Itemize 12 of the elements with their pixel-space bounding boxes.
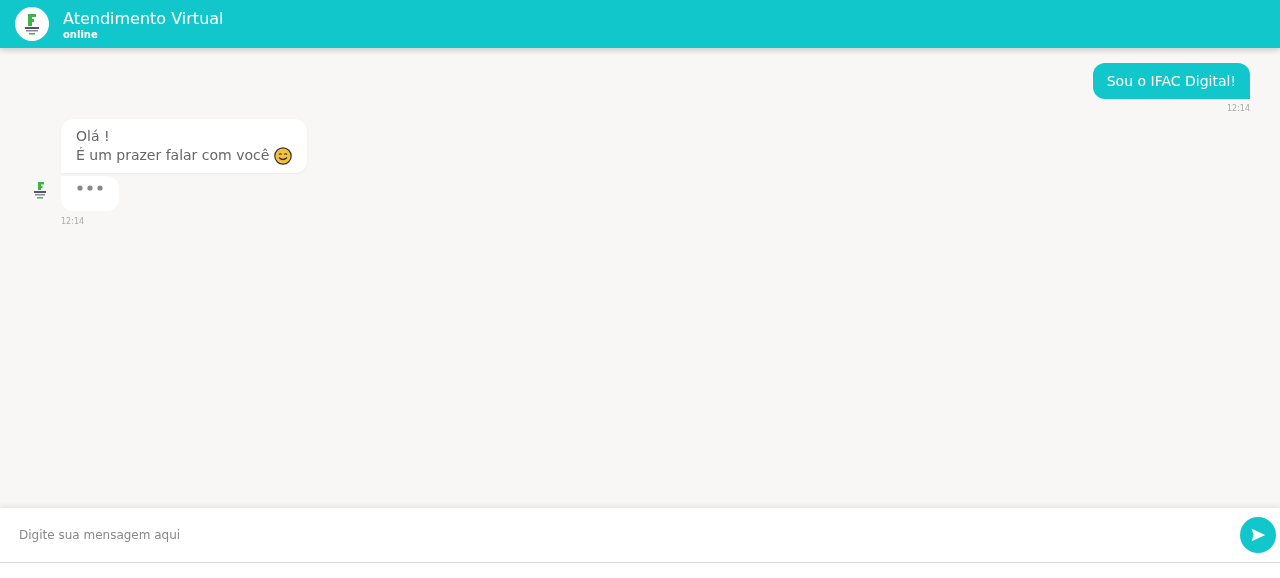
message-bubble: Olá ! É um prazer falar com você (61, 119, 308, 173)
send-icon (1249, 526, 1267, 544)
message-field[interactable]: Digite sua mensagem aqui (0, 508, 1280, 563)
chat-title: Atendimento Virtual (63, 8, 224, 29)
message-bubble: Sou o IFAC Digital! (1092, 63, 1250, 99)
typing-dots-icon (77, 185, 103, 191)
message-time: 12:14 (1226, 104, 1250, 113)
message-time: 12:14 (61, 217, 85, 226)
online-status: online (63, 28, 99, 40)
logo-icon (15, 7, 49, 41)
send-button[interactable] (1240, 517, 1276, 553)
message-input[interactable]: Digite sua mensagem aqui (17, 527, 1240, 543)
